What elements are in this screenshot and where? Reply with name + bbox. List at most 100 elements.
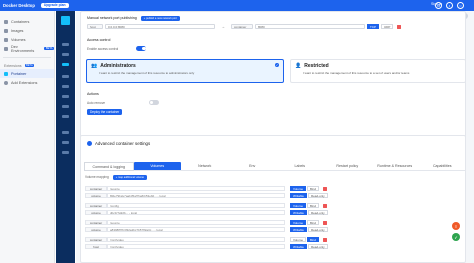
beta-badge: BETA (44, 46, 54, 51)
read-only-button[interactable]: Read-only (307, 227, 328, 232)
container-path-input[interactable]: /mnt/video (107, 237, 285, 242)
feedback-icon[interactable]: ≡ (452, 222, 460, 230)
container-path-input[interactable]: /config (107, 203, 285, 208)
container-label: container (85, 203, 107, 208)
delete-volume-icon[interactable] (323, 220, 328, 225)
host-label: host (85, 244, 107, 249)
nav-events-icon[interactable] (62, 105, 69, 108)
port-mapping-row: host 0.0.0.0:8080 → container 8080 TCP U… (87, 24, 402, 29)
volume-select[interactable]: 8fde79b2e7aab35af7fa2bb53eb0... - local (107, 193, 285, 198)
tab-network[interactable]: Network (181, 162, 229, 171)
host-path-input[interactable]: /mnt/video (107, 244, 285, 249)
nav-containers-icon[interactable] (62, 63, 69, 66)
delete-volume-icon[interactable] (323, 203, 328, 208)
tab-volumes[interactable]: Volumes (133, 162, 181, 171)
sidebar-item-containers[interactable]: Containers (0, 17, 54, 26)
tab-runtime-resources[interactable]: Runtime & Resources (371, 162, 419, 171)
auto-remove-toggle[interactable] (149, 100, 160, 105)
volume-select[interactable]: dbc1f7a92b... - local (107, 210, 285, 215)
portainer-icon (4, 71, 8, 76)
nav-users-icon[interactable] (62, 141, 69, 144)
container-port-input[interactable]: 8080 (255, 24, 365, 29)
sidebar-item-add-extensions[interactable]: Add Extensions (0, 78, 54, 87)
administrators-option[interactable]: 👥 Administrators I want to restrict the m… (86, 59, 284, 83)
volume-mapping-label: Volume mapping (85, 175, 109, 180)
restricted-option[interactable]: 👤 Restricted I want to restrict the manag… (290, 59, 466, 83)
administrators-desc: I want to restrict the management of thi… (99, 71, 195, 75)
volume-type-button[interactable]: Volume (290, 237, 307, 242)
dev-env-icon (4, 46, 8, 51)
tab-env[interactable]: Env (228, 162, 276, 171)
container-label: container (85, 237, 107, 242)
volume-label: volume (85, 227, 107, 232)
delete-port-icon[interactable] (397, 24, 402, 29)
nav-images-icon[interactable] (62, 75, 69, 78)
volume-label: volume (85, 193, 107, 198)
writable-button[interactable]: Writable (290, 193, 307, 198)
nav-host-icon[interactable] (62, 115, 69, 118)
host-port-input[interactable]: 0.0.0.0:8080 (105, 24, 215, 29)
nav-settings-icon[interactable] (62, 131, 69, 134)
bind-type-button[interactable]: Bind (307, 220, 320, 225)
sidebar-item-label: Dev Environments (11, 44, 35, 53)
nav-networks-icon[interactable] (62, 85, 69, 88)
volume-container-row: container /source Volume Bind (85, 219, 405, 226)
nav-volumes-icon[interactable] (62, 95, 69, 98)
writable-button[interactable]: Writable (290, 244, 307, 249)
arrow-right-icon: → (221, 24, 225, 29)
settings-icon[interactable]: ⚙ (435, 2, 442, 9)
bind-type-button[interactable]: Bind (307, 237, 320, 242)
nav-dashboard-icon[interactable] (62, 53, 69, 56)
deploy-container-button[interactable]: Deploy the container (87, 109, 123, 115)
bind-type-button[interactable]: Bind (307, 203, 320, 208)
checkmark-icon: ✓ (275, 63, 279, 67)
user-restricted-icon: 👤 (295, 63, 302, 69)
extensions-header: Extensions BETA (0, 62, 54, 69)
container-path-input[interactable]: /source (107, 186, 285, 191)
bind-type-button[interactable]: Bind (307, 186, 320, 191)
writable-button[interactable]: Writable (290, 227, 307, 232)
volume-type-button[interactable]: Volume (290, 220, 307, 225)
tab-capabilities[interactable]: Capabilities (418, 162, 466, 171)
volume-icon (4, 37, 8, 42)
tab-restart-policy[interactable]: Restart policy (323, 162, 371, 171)
volume-type-button[interactable]: Volume (290, 186, 307, 191)
read-only-button[interactable]: Read-only (307, 210, 328, 215)
plus-icon (4, 80, 8, 85)
read-only-button[interactable]: Read-only (307, 244, 328, 249)
window-titlebar: Docker Desktop Upgrade plan Sign in ⚙ • … (0, 0, 474, 11)
read-only-button[interactable]: Read-only (307, 193, 328, 198)
chat-icon[interactable]: ✓ (452, 233, 460, 241)
add-volume-button[interactable]: + map additional volume (112, 175, 147, 180)
tab-labels[interactable]: Labels (276, 162, 324, 171)
sidebar-item-dev-environments[interactable]: Dev Environments BETA (0, 44, 54, 53)
access-control-toggle[interactable] (136, 46, 147, 51)
beta-badge: BETA (24, 63, 35, 68)
container-path-input[interactable]: /source (107, 220, 285, 225)
add-port-button[interactable]: + publish a new network port (140, 16, 180, 21)
sidebar-item-volumes[interactable]: Volumes (0, 35, 54, 44)
nav-home-icon[interactable] (62, 43, 69, 46)
sidebar-item-images[interactable]: Images (0, 26, 54, 35)
extensions-label: Extensions (4, 63, 22, 68)
writable-button[interactable]: Writable (290, 210, 307, 215)
delete-volume-icon[interactable] (323, 186, 328, 191)
sidebar-item-portainer[interactable]: Portainer (0, 69, 54, 78)
account-icon[interactable]: ○ (457, 2, 464, 9)
volume-select[interactable]: a8398fff7b3f32a2bc7b57ff2a3c... - local (107, 227, 285, 232)
delete-volume-icon[interactable] (323, 237, 328, 242)
volume-type-button[interactable]: Volume (290, 203, 307, 208)
tab-command-logging[interactable]: Command & logging (84, 162, 134, 171)
nav-environments-icon[interactable] (62, 151, 69, 154)
volume-source-row: volume a8398fff7b3f32a2bc7b57ff2a3c... -… (85, 226, 405, 233)
udp-toggle[interactable]: UDP (381, 24, 394, 29)
host-label: host (87, 24, 103, 29)
bug-icon[interactable]: • (446, 2, 453, 9)
container-label: container (231, 24, 253, 29)
volume-container-row: container /source Volume Bind (85, 185, 405, 192)
settings-icon (87, 141, 92, 146)
users-icon: 👥 (91, 63, 98, 69)
volume-source-row: volume 8fde79b2e7aab35af7fa2bb53eb0... -… (85, 192, 405, 199)
upgrade-plan-badge[interactable]: Upgrade plan (40, 3, 69, 8)
tcp-toggle[interactable]: TCP (367, 24, 379, 29)
